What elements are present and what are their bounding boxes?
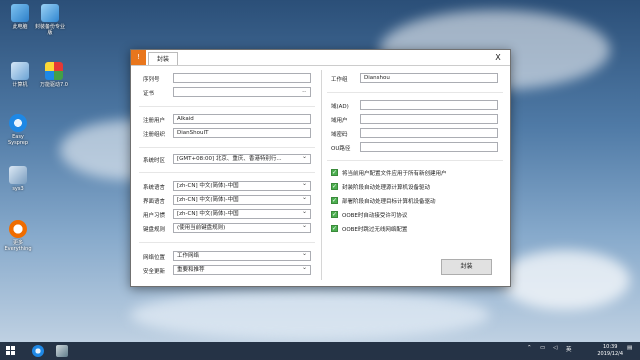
user-locale-label: 用户习惯 bbox=[143, 213, 166, 219]
workgroup-label: 工作组 bbox=[331, 77, 348, 83]
timezone-select[interactable]: [GMT+08:00] 北京、重庆、香港特别行... bbox=[173, 154, 311, 164]
desktop-icon-backup[interactable]: 封装备份专业版 bbox=[34, 4, 66, 36]
sys3-icon bbox=[9, 166, 27, 184]
browse-button[interactable]: .. bbox=[302, 88, 306, 95]
taskbar: ⌃ ▭ ◁ 英 10:39 2019/12/4 ▤ bbox=[0, 342, 640, 360]
seal-button[interactable]: 封装 bbox=[441, 259, 492, 275]
option-checkbox[interactable]: ✓ bbox=[331, 211, 338, 218]
option-label: 封装阶段自动处理源计算机设备驱动 bbox=[342, 185, 431, 191]
update-label: 安全更新 bbox=[143, 269, 166, 275]
reg-user-input[interactable]: Alkaid bbox=[173, 114, 311, 124]
desktop-icon-label: Easy Sysprep bbox=[7, 134, 29, 146]
domain-user-input[interactable] bbox=[360, 114, 498, 124]
user-locale-select[interactable]: [zh-CN] 中文(简体)-中国 bbox=[173, 209, 311, 219]
reg-org-input[interactable]: DianShouIT bbox=[173, 128, 311, 138]
sysprep-window: ! 封装 X 序列号 证书 .. 注册用户 Alkaid 注册组织 DianSh… bbox=[130, 49, 511, 287]
network-select[interactable]: 工作网络 bbox=[173, 251, 311, 261]
section-divider bbox=[139, 106, 315, 107]
domain-pwd-label: 域密码 bbox=[331, 132, 348, 138]
desktop-icon-label: 此电脑 bbox=[12, 24, 28, 30]
sys-lang-label: 系统语言 bbox=[143, 185, 166, 191]
option-label: 部署阶段自动处理目标计算机设备驱动 bbox=[342, 199, 436, 205]
start-button[interactable] bbox=[6, 346, 16, 356]
section-divider bbox=[327, 160, 503, 161]
workgroup-input[interactable]: Dianshou bbox=[360, 73, 498, 83]
section-divider bbox=[327, 92, 503, 93]
notification-icon[interactable]: ▤ bbox=[627, 345, 632, 351]
desktop-icon-label: 万能驱动7.0 bbox=[40, 82, 68, 88]
update-select[interactable]: 重要和推荐 bbox=[173, 265, 311, 275]
ou-label: OU路径 bbox=[331, 146, 351, 152]
volume-icon[interactable]: ◁ bbox=[553, 345, 557, 351]
close-button[interactable]: X bbox=[491, 50, 505, 65]
option-checkbox[interactable]: ✓ bbox=[331, 225, 338, 232]
clock[interactable]: 10:39 2019/12/4 bbox=[597, 344, 623, 357]
domain-user-label: 域用户 bbox=[331, 118, 348, 124]
app-warning-icon: ! bbox=[131, 50, 146, 65]
section-divider bbox=[139, 147, 315, 148]
desktop-icon-label: sys3 bbox=[12, 186, 24, 192]
option-checkbox[interactable]: ✓ bbox=[331, 183, 338, 190]
option-label: OOBE时自动接受许可协议 bbox=[342, 213, 408, 219]
desktop-icon-sys3[interactable]: sys3 bbox=[2, 166, 34, 192]
title-bar: ! 封装 X bbox=[131, 50, 510, 65]
reg-org-label: 注册组织 bbox=[143, 132, 166, 138]
ou-input[interactable] bbox=[360, 142, 498, 152]
domain-input[interactable] bbox=[360, 100, 498, 110]
column-divider bbox=[321, 70, 322, 280]
computer-icon bbox=[11, 62, 29, 80]
easy-sysprep-icon bbox=[9, 114, 27, 132]
option-checkbox[interactable]: ✓ bbox=[331, 197, 338, 204]
desktop-icon-driver[interactable]: 万能驱动7.0 bbox=[38, 62, 70, 88]
tab-seal[interactable]: 封装 bbox=[148, 52, 179, 65]
ime-indicator[interactable]: 英 bbox=[566, 345, 572, 353]
driver-icon bbox=[45, 62, 63, 80]
reg-user-label: 注册用户 bbox=[143, 118, 166, 124]
tray-chevron-icon[interactable]: ⌃ bbox=[527, 345, 532, 351]
keyboard-label: 键盘规则 bbox=[143, 227, 166, 233]
section-divider bbox=[139, 242, 315, 243]
serial-input[interactable] bbox=[173, 73, 311, 83]
wallpaper-cloud bbox=[130, 290, 490, 340]
this-pc-icon bbox=[11, 4, 29, 22]
title-separator bbox=[131, 65, 510, 66]
desktop-icon-easy-sysprep[interactable]: Easy Sysprep bbox=[2, 114, 34, 146]
everything-icon bbox=[9, 220, 27, 238]
sys-lang-select[interactable]: [zh-CN] 中文(简体)-中国 bbox=[173, 181, 311, 191]
network-label: 网络位置 bbox=[143, 255, 166, 261]
clock-date: 2019/12/4 bbox=[597, 350, 623, 357]
timezone-label: 系统时区 bbox=[143, 158, 166, 164]
desktop-icon-label: 计算机 bbox=[12, 82, 28, 88]
ui-lang-select[interactable]: [zh-CN] 中文(简体)-中国 bbox=[173, 195, 311, 205]
cert-input[interactable]: .. bbox=[173, 87, 311, 97]
app-taskbar-icon[interactable] bbox=[56, 345, 68, 357]
domain-pwd-input[interactable] bbox=[360, 128, 498, 138]
serial-label: 序列号 bbox=[143, 77, 160, 83]
backup-icon bbox=[41, 4, 59, 22]
network-icon[interactable]: ▭ bbox=[540, 345, 545, 351]
easy-sysprep-taskbar-icon[interactable] bbox=[32, 345, 44, 357]
cert-label: 证书 bbox=[143, 91, 155, 97]
desktop-icon-label: 封装备份专业版 bbox=[34, 24, 65, 36]
option-checkbox[interactable]: ✓ bbox=[331, 169, 338, 176]
desktop-icon-label: 更多 Everything bbox=[4, 240, 32, 252]
desktop-icon-everything[interactable]: 更多 Everything bbox=[2, 220, 34, 252]
ui-lang-label: 界面语言 bbox=[143, 199, 166, 205]
keyboard-select[interactable]: (使用当前键盘规则) bbox=[173, 223, 311, 233]
section-divider bbox=[139, 172, 315, 173]
wallpaper-cloud bbox=[500, 250, 630, 310]
domain-label: 域(AD) bbox=[331, 104, 349, 110]
desktop-icon-computer[interactable]: 计算机 bbox=[4, 62, 36, 88]
option-label: 将当前用户配置文件应用于所有新创建用户 bbox=[342, 171, 447, 177]
option-label: OOBE时跳过无线网络配置 bbox=[342, 227, 408, 233]
desktop-icon-this-pc[interactable]: 此电脑 bbox=[4, 4, 36, 30]
